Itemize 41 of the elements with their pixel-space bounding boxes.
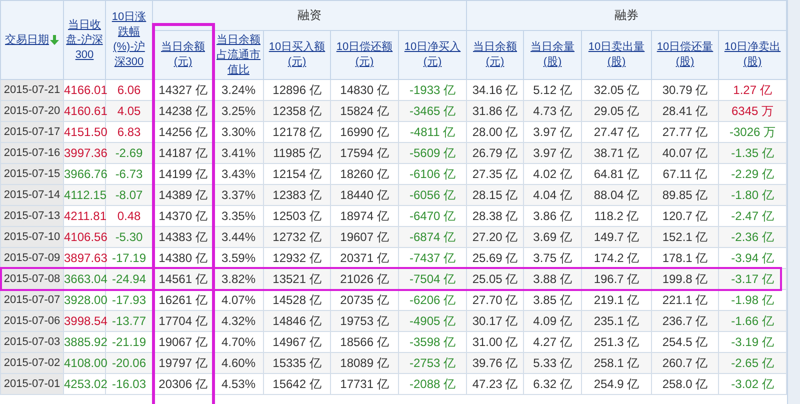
table-cell: 6.32 亿	[524, 374, 582, 394]
date-cell: 2015-07-01	[0, 374, 64, 394]
column-header-link[interactable]: 当日余额(元)	[155, 40, 211, 70]
date-cell: 2015-07-20	[0, 100, 64, 122]
table-cell: 258.0 亿	[652, 374, 719, 394]
table-cell: 4253.02	[64, 374, 106, 394]
date-cell: 2015-07-13	[0, 206, 64, 226]
table-cell: 15642 亿	[264, 374, 330, 394]
column-header-link[interactable]: 当日余额(元)	[469, 40, 522, 70]
column-header-link[interactable]: 10日卖出量(股)	[584, 40, 650, 70]
column-header-link[interactable]: 当日余量(股)	[526, 40, 580, 70]
table-cell: -2088 亿	[398, 374, 467, 394]
date-cell: 2015-07-07	[0, 290, 64, 310]
date-cell: 2015-07-14	[0, 184, 64, 206]
date-cell: 2015-07-02	[0, 352, 64, 374]
date-cell: 2015-07-17	[0, 122, 64, 142]
table-cell: 3663.04	[64, 268, 106, 290]
date-cell: 2015-07-10	[0, 226, 64, 248]
date-cell: 2015-07-21	[0, 80, 64, 100]
table-cell: 254.9 亿	[582, 374, 652, 394]
column-header-link[interactable]: 10日净买入(元)	[401, 40, 464, 70]
column-header-link[interactable]: 交易日期	[5, 32, 49, 48]
column-header-link[interactable]: 当日余额占流通市值比	[216, 32, 261, 78]
sort-down-arrow-icon[interactable]	[50, 35, 59, 45]
column-header-link[interactable]: 10日偿还额(元)	[333, 40, 396, 70]
column-header-link[interactable]: 10日偿还量(股)	[654, 40, 716, 70]
group-header: 融资	[152, 0, 467, 30]
date-cell: 2015-07-08	[0, 268, 64, 290]
table-cell: 17731 亿	[330, 374, 398, 394]
date-cell: 2015-07-15	[0, 164, 64, 184]
date-cell: 2015-07-09	[0, 248, 64, 268]
column-header-link[interactable]: 10日净卖出(股)	[721, 40, 784, 70]
column-header-link[interactable]: 当日收盘-沪深300	[66, 18, 103, 62]
column-header-link[interactable]: 10日买入额(元)	[266, 40, 328, 70]
column-header-link[interactable]: 10日涨跌幅(%)-沪深300	[108, 10, 150, 70]
date-cell: 2015-07-16	[0, 142, 64, 164]
table-cell: 47.23 亿	[466, 374, 524, 394]
date-cell: 2015-07-03	[0, 332, 64, 352]
group-header: 融券	[466, 0, 787, 30]
date-cell: 2015-07-06	[0, 310, 64, 332]
table-cell: 4.53%	[214, 374, 264, 394]
